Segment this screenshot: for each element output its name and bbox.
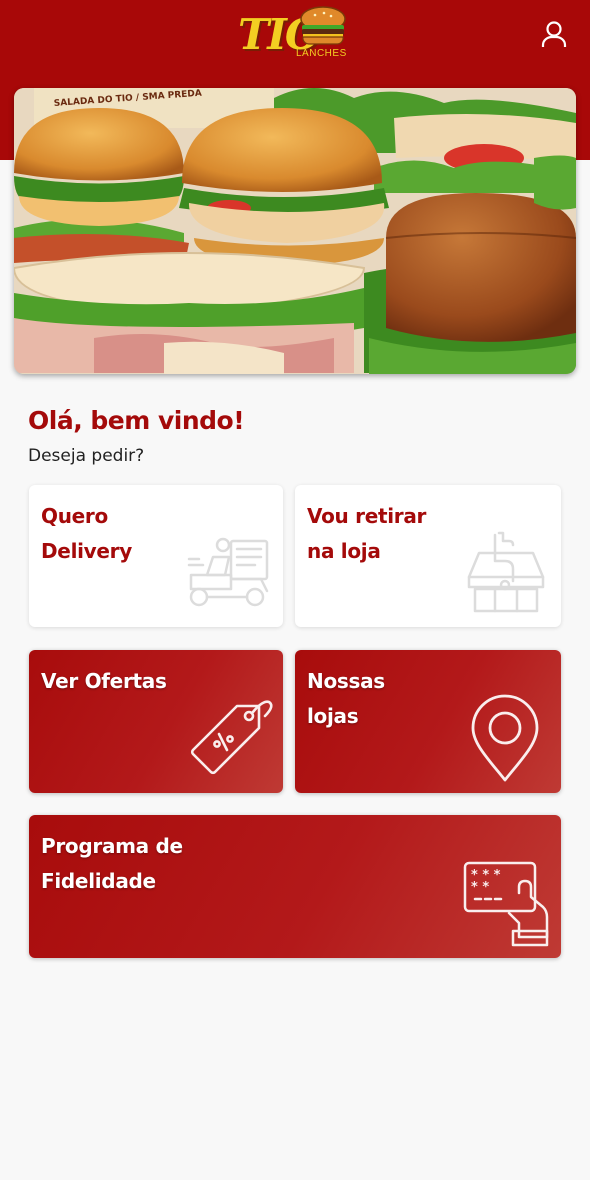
- store-pickup-icon: [467, 531, 545, 613]
- greeting-title: Olá, bem vindo!: [28, 406, 245, 435]
- stores-card-label: Nossas lojas: [307, 664, 385, 734]
- delivery-scooter-icon: [187, 537, 269, 607]
- delivery-label-line1: Quero: [41, 504, 108, 528]
- burger-logo-icon: [300, 6, 346, 45]
- stores-card[interactable]: Nossas lojas: [295, 650, 561, 793]
- offers-card[interactable]: Ver Ofertas: [29, 650, 283, 793]
- loyalty-card-icon: * * * * *: [463, 861, 549, 947]
- loyalty-card-label: Programa de Fidelidade: [41, 829, 183, 899]
- stores-label-line2: lojas: [307, 704, 359, 728]
- pickup-card[interactable]: Vou retirar na loja: [295, 485, 561, 627]
- svg-text:* *: * *: [471, 880, 489, 895]
- delivery-label-line2: Delivery: [41, 539, 132, 563]
- loyalty-label-line1: Programa de: [41, 834, 183, 858]
- burgers-photo: SALADA DO TIO / SMA PREDA: [14, 88, 576, 374]
- pickup-label-line2: na loja: [307, 539, 381, 563]
- logo: TIO LANCHES: [238, 4, 350, 64]
- location-pin-icon: [471, 694, 539, 782]
- offers-label-line1: Ver Ofertas: [41, 669, 167, 693]
- user-icon[interactable]: [540, 20, 568, 48]
- delivery-card[interactable]: Quero Delivery: [29, 485, 283, 627]
- offers-card-label: Ver Ofertas: [41, 664, 167, 699]
- price-tag-icon: [190, 700, 273, 775]
- pickup-label-line1: Vou retirar: [307, 504, 427, 528]
- pickup-card-label: Vou retirar na loja: [307, 499, 426, 569]
- delivery-card-label: Quero Delivery: [41, 499, 132, 569]
- logo-subtitle: LANCHES: [296, 48, 347, 59]
- greeting-subtitle: Deseja pedir?: [28, 446, 145, 466]
- loyalty-label-line2: Fidelidade: [41, 869, 156, 893]
- loyalty-card[interactable]: Programa de Fidelidade * * * * *: [29, 815, 561, 958]
- hero-banner[interactable]: SALADA DO TIO / SMA PREDA: [14, 88, 576, 374]
- stores-label-line1: Nossas: [307, 669, 385, 693]
